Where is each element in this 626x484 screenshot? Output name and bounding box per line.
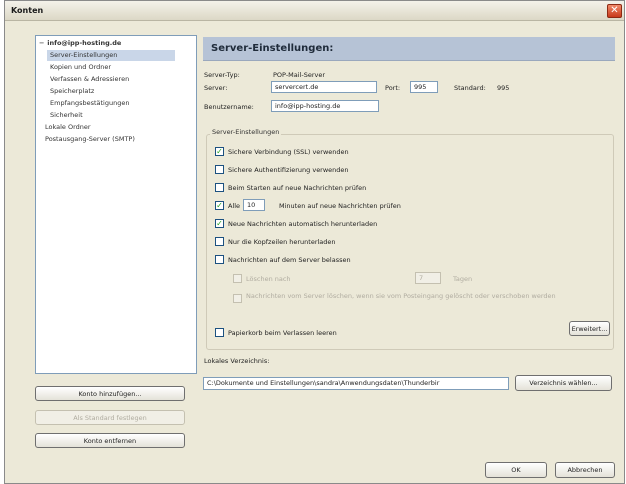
server-input[interactable]: servercert.de — [271, 81, 377, 93]
empty-trash-checkbox[interactable] — [215, 328, 224, 337]
server-type-value: POP-Mail-Server — [273, 71, 326, 79]
button-label: Verzeichnis wählen... — [529, 379, 598, 387]
headers-only-checkbox[interactable] — [215, 237, 224, 246]
days-label: Tagen — [453, 275, 473, 283]
advanced-button[interactable]: Erweitert... — [569, 321, 610, 336]
set-default-button[interactable]: Als Standard festlegen — [35, 410, 185, 425]
title-bar[interactable]: Konten ✕ — [5, 1, 624, 21]
button-label: Konto hinzufügen... — [78, 389, 142, 398]
tree-item-label: info@ipp-hosting.de — [47, 39, 122, 47]
tree-item-receipts[interactable]: Empfangsbestätigungen — [50, 98, 129, 109]
tree-item-account[interactable]: − info@ipp-hosting.de — [39, 38, 121, 49]
tree-item-copies-folders[interactable]: Kopien und Ordner — [50, 62, 111, 73]
button-label: Konto entfernen — [83, 436, 137, 445]
delete-after-days-input[interactable]: 7 — [415, 272, 441, 284]
check-on-start-checkbox[interactable] — [215, 183, 224, 192]
button-label: Abbrechen — [567, 466, 603, 474]
tree-item-label: Speicherplatz — [50, 87, 95, 95]
check-every-checkbox[interactable]: ✓ — [215, 201, 224, 210]
account-tree: − info@ipp-hosting.de Server-Einstellung… — [35, 35, 197, 374]
every-label: Alle — [228, 202, 241, 210]
secure-auth-label: Sichere Authentifizierung verwenden — [228, 166, 349, 174]
settings-header: Server-Einstellungen: — [203, 37, 615, 61]
delete-after-label: Löschen nach — [246, 275, 291, 283]
ssl-label: Sichere Verbindung (SSL) verwenden — [228, 148, 349, 156]
minutes-label: Minuten auf neue Nachrichten prüfen — [279, 202, 401, 210]
username-input[interactable]: info@ipp-hosting.de — [271, 100, 379, 112]
collapse-icon[interactable]: − — [39, 38, 45, 49]
standard-value: 995 — [497, 84, 510, 92]
choose-directory-button[interactable]: Verzeichnis wählen... — [515, 375, 612, 391]
cancel-button[interactable]: Abbrechen — [555, 462, 615, 478]
standard-label: Standard: — [454, 84, 486, 92]
tree-item-security[interactable]: Sicherheit — [50, 110, 83, 121]
tree-item-label: Verfassen & Adressieren — [50, 75, 130, 83]
port-input[interactable]: 995 — [410, 81, 438, 93]
tree-item-smtp[interactable]: Postausgang-Server (SMTP) — [45, 134, 135, 145]
accounts-dialog: Konten ✕ − info@ipp-hosting.de Server-Ei… — [4, 0, 625, 484]
local-directory-label: Lokales Verzeichnis: — [204, 357, 270, 365]
button-label: OK — [511, 466, 521, 474]
ssl-checkbox[interactable]: ✓ — [215, 147, 224, 156]
server-type-label: Server-Typ: — [204, 71, 240, 79]
leave-on-server-label: Nachrichten auf dem Server belassen — [228, 256, 351, 264]
tree-item-label: Lokale Ordner — [45, 123, 91, 131]
close-icon: ✕ — [610, 5, 619, 16]
window-title: Konten — [11, 6, 44, 15]
server-label: Server: — [204, 84, 228, 92]
tree-item-disk-space[interactable]: Speicherplatz — [50, 86, 94, 97]
port-label: Port: — [385, 84, 401, 92]
tree-item-label: Empfangsbestätigungen — [50, 99, 130, 107]
local-directory-input[interactable]: C:\Dokumente und Einstellungen\sandra\An… — [203, 377, 509, 390]
tree-item-server-settings[interactable]: Server-Einstellungen — [47, 50, 175, 61]
auto-download-label: Neue Nachrichten automatisch herunterlad… — [228, 220, 378, 228]
tree-item-label: Postausgang-Server (SMTP) — [45, 135, 135, 143]
tree-item-composition[interactable]: Verfassen & Adressieren — [50, 74, 129, 85]
delete-from-server-checkbox[interactable] — [233, 294, 242, 303]
page-title: Server-Einstellungen: — [211, 43, 334, 54]
empty-trash-label: Papierkorb beim Verlassen leeren — [228, 329, 337, 337]
username-label: Benutzername: — [204, 103, 254, 111]
tree-item-label: Server-Einstellungen — [50, 51, 118, 59]
add-account-button[interactable]: Konto hinzufügen... — [35, 386, 185, 401]
minutes-input[interactable]: 10 — [243, 199, 265, 211]
group-title: Server-Einstellungen — [210, 128, 282, 136]
tree-item-label: Kopien und Ordner — [50, 63, 112, 71]
remove-account-button[interactable]: Konto entfernen — [35, 433, 185, 448]
leave-on-server-checkbox[interactable] — [215, 255, 224, 264]
headers-only-label: Nur die Kopfzeilen herunterladen — [228, 238, 336, 246]
tree-item-local-folders[interactable]: Lokale Ordner — [45, 122, 91, 133]
tree-item-label: Sicherheit — [50, 111, 83, 119]
button-label: Als Standard festlegen — [73, 413, 147, 422]
check-on-start-label: Beim Starten auf neue Nachrichten prüfen — [228, 184, 367, 192]
button-label: Erweitert... — [571, 324, 608, 333]
delete-after-checkbox[interactable] — [233, 274, 242, 283]
delete-from-server-label: Nachrichten vom Server löschen, wenn sie… — [246, 292, 556, 300]
close-button[interactable]: ✕ — [607, 4, 622, 18]
secure-auth-checkbox[interactable] — [215, 165, 224, 174]
ok-button[interactable]: OK — [485, 462, 547, 478]
auto-download-checkbox[interactable]: ✓ — [215, 219, 224, 228]
